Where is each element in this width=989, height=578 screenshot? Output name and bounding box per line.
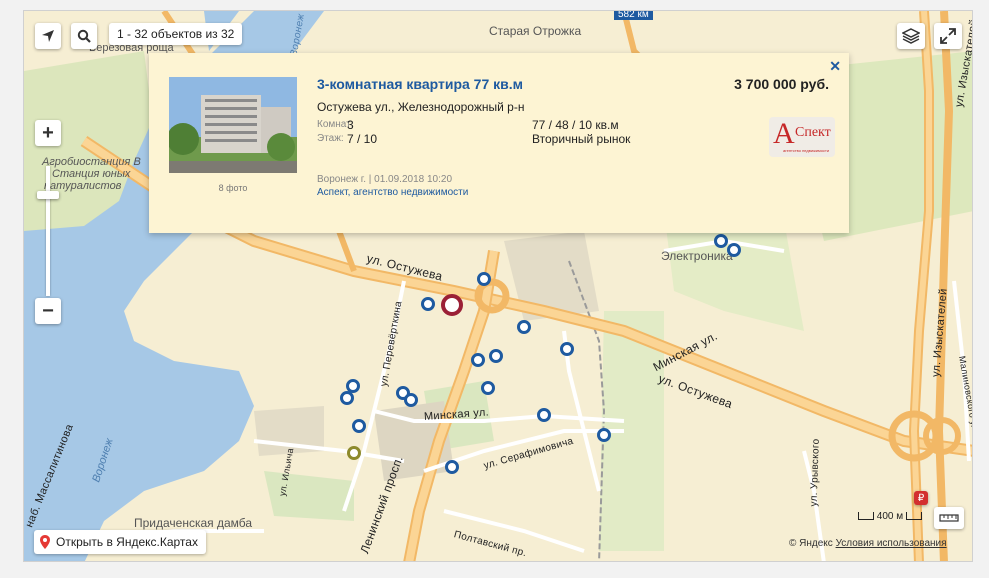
map-canvas[interactable]: Старая Отрожка Березовая роща Электроник… (23, 10, 973, 562)
poi-label: Станция юных (52, 168, 131, 180)
search-button[interactable] (71, 23, 97, 49)
copyright: © Яндекс Условия использования (789, 538, 947, 549)
property-marker[interactable] (471, 353, 485, 367)
area-value: 77 / 48 / 10 кв.м (532, 118, 619, 132)
fullscreen-button[interactable] (934, 23, 962, 49)
ruble-poi-icon: ₽ (914, 491, 928, 505)
property-marker[interactable] (481, 381, 495, 395)
open-yandex-maps-button[interactable]: Открыть в Яндекс.Картах (34, 530, 206, 554)
objects-count: 1 - 32 объектов из 32 (109, 23, 243, 45)
property-marker[interactable] (537, 408, 551, 422)
minus-icon: − (42, 299, 54, 322)
copyright-label: © Яндекс (789, 538, 833, 549)
zoom-out-button[interactable]: − (35, 298, 61, 324)
district-label: Старая Отрожка (489, 24, 582, 38)
listing-address: Остужева ул., Железнодорожный р-н (317, 100, 525, 114)
listing-photo[interactable] (169, 77, 297, 173)
terms-link[interactable]: Условия использования (836, 538, 947, 549)
close-icon[interactable]: ✕ (829, 58, 841, 75)
zoom-in-button[interactable]: + (35, 120, 61, 146)
market-value: Вторичный рынок (532, 132, 631, 146)
property-marker[interactable] (517, 320, 531, 334)
district-label: Электроника (661, 249, 733, 263)
property-marker[interactable] (404, 393, 418, 407)
scale-line-icon (905, 512, 922, 521)
agency-link[interactable]: Аспект, агентство недвижимости (317, 187, 468, 198)
property-marker[interactable] (477, 272, 491, 286)
property-marker[interactable] (445, 460, 459, 474)
listing-title-link[interactable]: 3-комнатная квартира 77 кв.м (317, 76, 523, 92)
photo-count: 8 фото (218, 183, 248, 193)
property-marker[interactable] (597, 428, 611, 442)
layers-button[interactable] (897, 23, 925, 49)
plus-icon: + (42, 121, 54, 144)
agency-logo: А Спект агентство недвижимости (769, 117, 835, 157)
listing-price: 3 700 000 руб. (734, 76, 829, 92)
property-marker[interactable] (347, 446, 361, 460)
property-marker[interactable] (560, 342, 574, 356)
scale-bar: 400 м (858, 511, 922, 522)
property-marker[interactable] (421, 297, 435, 311)
property-marker[interactable] (714, 234, 728, 248)
highway-label: 582 км (614, 11, 653, 20)
open-yandex-label: Открыть в Яндекс.Картах (56, 535, 198, 549)
magnifier-icon (77, 29, 91, 43)
rooms-value: 3 (347, 118, 354, 132)
floor-key: Этаж: (317, 133, 344, 144)
zoom-slider-track[interactable] (46, 166, 50, 296)
locate-button[interactable] (35, 23, 61, 49)
property-marker[interactable] (352, 419, 366, 433)
listing-city-date: Воронеж г. | 01.09.2018 10:20 (317, 174, 453, 185)
property-marker[interactable] (727, 243, 741, 257)
dam-label: Придаченская дамба (134, 516, 253, 530)
zoom-slider-handle[interactable] (37, 191, 59, 199)
poi-label: Агробиостанция В (42, 156, 141, 168)
logo-word: Спект (795, 125, 831, 140)
ruler-icon (939, 514, 959, 522)
ruler-button[interactable] (934, 507, 964, 529)
property-marker[interactable] (489, 349, 503, 363)
scale-line-icon (858, 512, 874, 521)
listing-popup: ✕ 8 фото 3-комнатная квартира 77 кв.м 3 … (149, 53, 849, 233)
logo-subtitle: агентство недвижимости (783, 148, 830, 153)
map-pin-icon (40, 535, 50, 549)
arrow-locate-icon (42, 30, 54, 42)
building-photo-image (169, 77, 297, 173)
layers-icon (902, 28, 920, 44)
floor-value: 7 / 10 (347, 132, 378, 146)
property-marker-selected[interactable] (441, 294, 463, 316)
expand-arrows-icon (940, 28, 956, 44)
logo-letter: А (773, 117, 795, 150)
scale-label: 400 м (876, 511, 904, 522)
property-marker[interactable] (340, 391, 354, 405)
